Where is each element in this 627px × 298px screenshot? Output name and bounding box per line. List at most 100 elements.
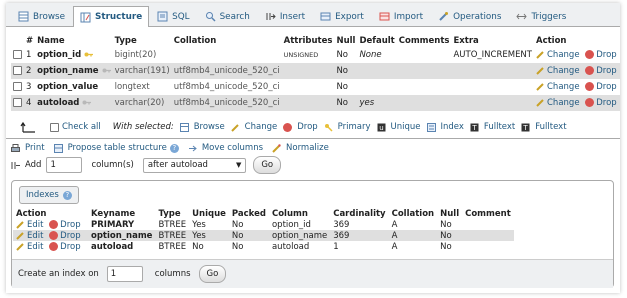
edit-index-link[interactable]: Edit <box>16 231 43 241</box>
tab-export[interactable]: Export <box>313 6 371 26</box>
row-checkbox[interactable] <box>13 50 22 59</box>
change-link[interactable]: Change <box>536 98 580 108</box>
create-index-go-button[interactable]: Go <box>198 265 227 283</box>
move-columns-label: Move columns <box>201 143 264 153</box>
normalize-link[interactable]: Normalize <box>272 143 329 153</box>
check-all-checkbox[interactable] <box>50 122 59 132</box>
help-icon[interactable]: ? <box>169 143 179 153</box>
drop-link[interactable]: Drop <box>585 98 617 108</box>
drop-index-link[interactable]: Drop <box>49 230 81 241</box>
drop-index-link[interactable]: Drop <box>49 241 81 252</box>
table-row: 4 autoload varchar(20) utf8mb4_unicode_5… <box>11 95 620 111</box>
drop-link[interactable]: Drop <box>585 82 617 92</box>
primary-key-icon <box>84 52 94 57</box>
drop-icon <box>585 50 595 59</box>
indexes-table: Action Keyname Type Unique Packed Column… <box>13 208 514 252</box>
bulk-fulltext-button[interactable]: T Fulltext <box>470 122 515 132</box>
tab-triggers[interactable]: Triggers <box>509 6 573 26</box>
add-column-go-button[interactable]: Go <box>253 156 282 174</box>
column-default <box>357 79 397 95</box>
column-type: varchar(191) <box>112 63 172 79</box>
bulk-drop-button[interactable]: Drop <box>283 122 318 132</box>
column-attributes <box>281 63 335 79</box>
change-label: Change <box>547 50 580 60</box>
change-link[interactable]: Change <box>536 82 580 92</box>
help-icon[interactable]: ? <box>62 190 72 200</box>
create-index-count-input[interactable]: 1 <box>106 266 143 282</box>
drop-link[interactable]: Drop <box>585 66 617 76</box>
pencil-icon <box>16 231 24 240</box>
index-column: option_id <box>271 219 311 230</box>
edit-label: Edit <box>27 241 44 252</box>
table-row: 1 option_id bigint(20) UNSIGNED No None … <box>11 47 620 63</box>
bulk-unique-button[interactable]: u Unique <box>377 122 421 132</box>
column-extra <box>451 63 534 79</box>
index-keyname: PRIMARY <box>91 219 135 230</box>
drop-icon <box>585 82 595 91</box>
index-type: BTREE <box>155 230 190 241</box>
column-null: No <box>334 95 358 111</box>
check-all[interactable]: Check all <box>50 122 101 132</box>
column-header: Cardinality <box>333 208 386 219</box>
columns-label: column(s) <box>91 160 134 170</box>
svg-text:T: T <box>523 124 529 132</box>
bulk-fulltext-button-2[interactable]: T Fulltext <box>521 122 567 132</box>
bulk-drop-label: Drop <box>297 122 318 132</box>
drop-label: Drop <box>596 50 617 60</box>
bulk-browse-button[interactable]: Browse <box>179 122 225 132</box>
tab-insert[interactable]: Insert <box>258 6 312 26</box>
drop-index-link[interactable]: Drop <box>49 219 81 230</box>
fulltext-icon: T <box>521 123 530 132</box>
propose-structure-link[interactable]: Propose table structure ? <box>53 143 179 153</box>
row-checkbox[interactable] <box>13 82 22 91</box>
change-link[interactable]: Change <box>536 66 580 76</box>
column-default: None <box>357 47 397 63</box>
tab-import[interactable]: Import <box>372 6 430 26</box>
column-header: Null <box>336 36 356 46</box>
move-columns-link[interactable]: Move columns <box>188 143 263 153</box>
drop-icon <box>49 241 59 251</box>
tab-search[interactable]: Search <box>198 6 257 26</box>
row-checkbox[interactable] <box>13 98 22 107</box>
create-index-bar: Create an index on 1 columns Go <box>12 259 613 288</box>
row-number: 1 <box>24 47 36 63</box>
drop-icon <box>49 219 59 229</box>
column-collation: utf8mb4_unicode_520_ci <box>171 79 282 95</box>
bulk-index-button[interactable]: Index <box>426 122 464 132</box>
column-position-select[interactable]: after autoload ▼ <box>142 157 247 173</box>
index-null: No <box>437 230 463 241</box>
row-checkbox[interactable] <box>13 66 22 75</box>
change-label: Change <box>547 66 580 76</box>
row-number: 3 <box>24 79 36 95</box>
tab-structure[interactable]: Structure <box>73 6 150 27</box>
index-keyname: autoload <box>91 241 134 252</box>
propose-structure-icon <box>53 143 63 153</box>
add-column-row: Add 1 column(s) after autoload ▼ Go <box>11 156 282 174</box>
bulk-fulltext-label: Fulltext <box>483 122 516 132</box>
arrow-up-left-icon <box>20 121 35 133</box>
column-type: varchar(20) <box>112 95 172 111</box>
bulk-index-label: Index <box>440 122 464 132</box>
operations-icon <box>439 12 449 21</box>
tab-operations[interactable]: Operations <box>431 6 508 26</box>
svg-text:T: T <box>471 124 477 132</box>
column-header: Keyname <box>91 208 136 219</box>
indexes-title: Indexes <box>26 190 59 200</box>
bulk-primary-button[interactable]: Primary <box>324 122 371 132</box>
drop-link[interactable]: Drop <box>585 50 617 60</box>
tab-browse[interactable]: Browse <box>11 6 72 26</box>
bulk-actions-bar: Check all With selected: Browse Change D… <box>20 119 610 135</box>
insert-icon <box>266 13 276 20</box>
bulk-change-button[interactable]: Change <box>230 122 277 132</box>
add-column-count-input[interactable]: 1 <box>46 157 83 173</box>
change-link[interactable]: Change <box>536 50 580 60</box>
edit-index-link[interactable]: Edit <box>16 242 43 252</box>
tab-sql[interactable]: SQL <box>150 6 196 26</box>
indexes-legend[interactable]: Indexes ? <box>19 186 79 204</box>
index-null: No <box>440 219 452 230</box>
column-name: option_name <box>37 66 99 76</box>
edit-index-link[interactable]: Edit <box>16 220 43 230</box>
print-link[interactable]: Print <box>11 143 45 153</box>
bulk-primary-label: Primary <box>337 122 371 132</box>
drop-label: Drop <box>60 241 81 252</box>
